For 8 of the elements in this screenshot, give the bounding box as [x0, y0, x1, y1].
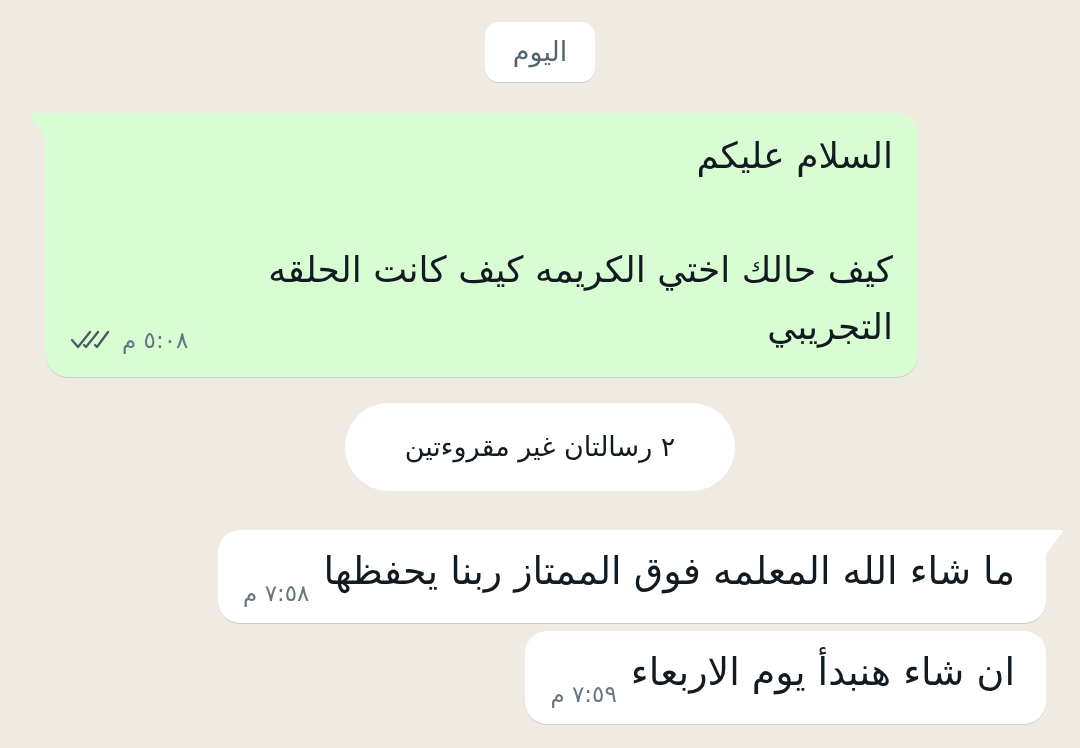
message-text: السلام عليكم كيف حالك اختي الكريمه كيف كانت الحلقه التجريبي — [267, 134, 893, 350]
message-text: ان شاء هنبدأ يوم الاربعاء — [630, 647, 1015, 697]
message-text: ما شاء الله المعلمه فوق الممتاز ربنا يحفظها — [323, 548, 1015, 596]
message-time: ٧:٥٩ م — [550, 679, 617, 710]
message-time: ٥:٠٨ م — [122, 325, 189, 356]
message-time: ٧:٥٨ م — [243, 578, 310, 609]
date-separator: اليوم — [484, 22, 596, 82]
unread-messages-banner: ٢ رسالتان غير مقروءتين — [345, 403, 735, 491]
